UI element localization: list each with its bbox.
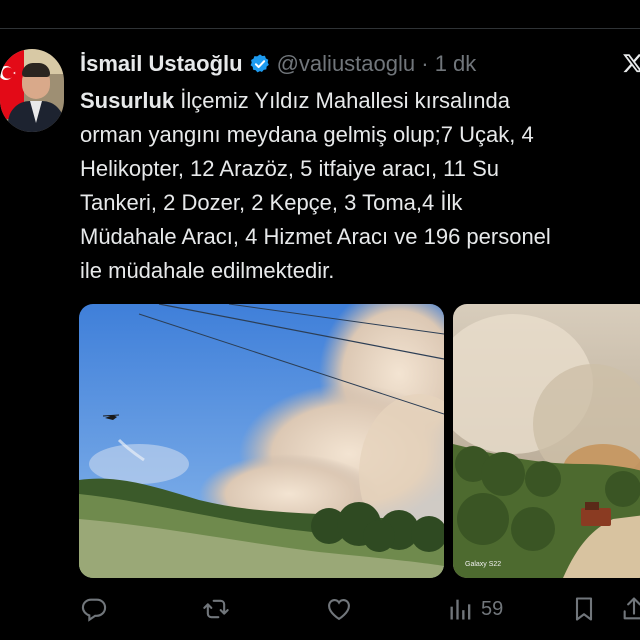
views-button[interactable]: 59 — [447, 592, 503, 626]
verified-badge-icon — [250, 54, 269, 73]
x-logo-icon[interactable] — [622, 52, 640, 74]
previous-tweet-action-bar — [80, 0, 640, 10]
tweet-text-line-5: Müdahale Aracı, 4 Hizmet Aracı ve 196 pe… — [80, 224, 551, 249]
author-handle[interactable]: @valiustaoglu — [277, 51, 416, 76]
tweet-text-line-4: Tankeri, 2 Dozer, 2 Kepçe, 3 Toma,4 İlk — [80, 190, 463, 215]
media-image-1[interactable] — [79, 304, 444, 578]
tweet-text-line-1: Susurluk İlçemiz Yıldız Mahallesi kırsal… — [80, 88, 510, 113]
tweet-header: İsmail Ustaoğlu @valiustaoglu · 1 dk — [80, 50, 640, 80]
share-button[interactable] — [620, 592, 640, 626]
separator-dot: · — [421, 51, 429, 76]
hashtag-link[interactable]: Susurluk — [80, 88, 174, 113]
reply-button[interactable] — [80, 592, 108, 626]
tweet-text: Susurluk İlçemiz Yıldız Mahallesi kırsal… — [80, 84, 640, 288]
like-icon — [328, 598, 350, 621]
reply-icon — [81, 598, 107, 622]
photo-watermark: Galaxy S22 — [465, 561, 501, 568]
author-name[interactable]: İsmail Ustaoğlu — [80, 51, 243, 76]
tweet-text-line-3: Helikopter, 12 Arazöz, 5 itfaiye aracı, … — [80, 156, 500, 181]
avatar[interactable] — [0, 49, 64, 132]
tweet-text-line-2: orman yangını meydana gelmiş olup;7 Uçak… — [80, 122, 534, 147]
bookmark-icon — [575, 597, 593, 621]
avatar-hair — [22, 63, 50, 77]
previous-tweet-divider — [0, 28, 640, 29]
timestamp[interactable]: 1 dk — [435, 51, 477, 76]
tweet-action-bar: 59 — [0, 592, 640, 628]
tweet-text-line-6: ile müdahale edilmektedir. — [80, 258, 335, 283]
views-count: 59 — [481, 597, 504, 620]
like-button[interactable] — [325, 592, 353, 626]
share-icon — [623, 597, 640, 620]
media-image-2[interactable]: Galaxy S22 — [453, 304, 640, 578]
views-icon — [450, 599, 471, 620]
retweet-button[interactable] — [202, 592, 230, 626]
bookmark-button[interactable] — [570, 592, 598, 626]
retweet-icon — [203, 599, 229, 619]
